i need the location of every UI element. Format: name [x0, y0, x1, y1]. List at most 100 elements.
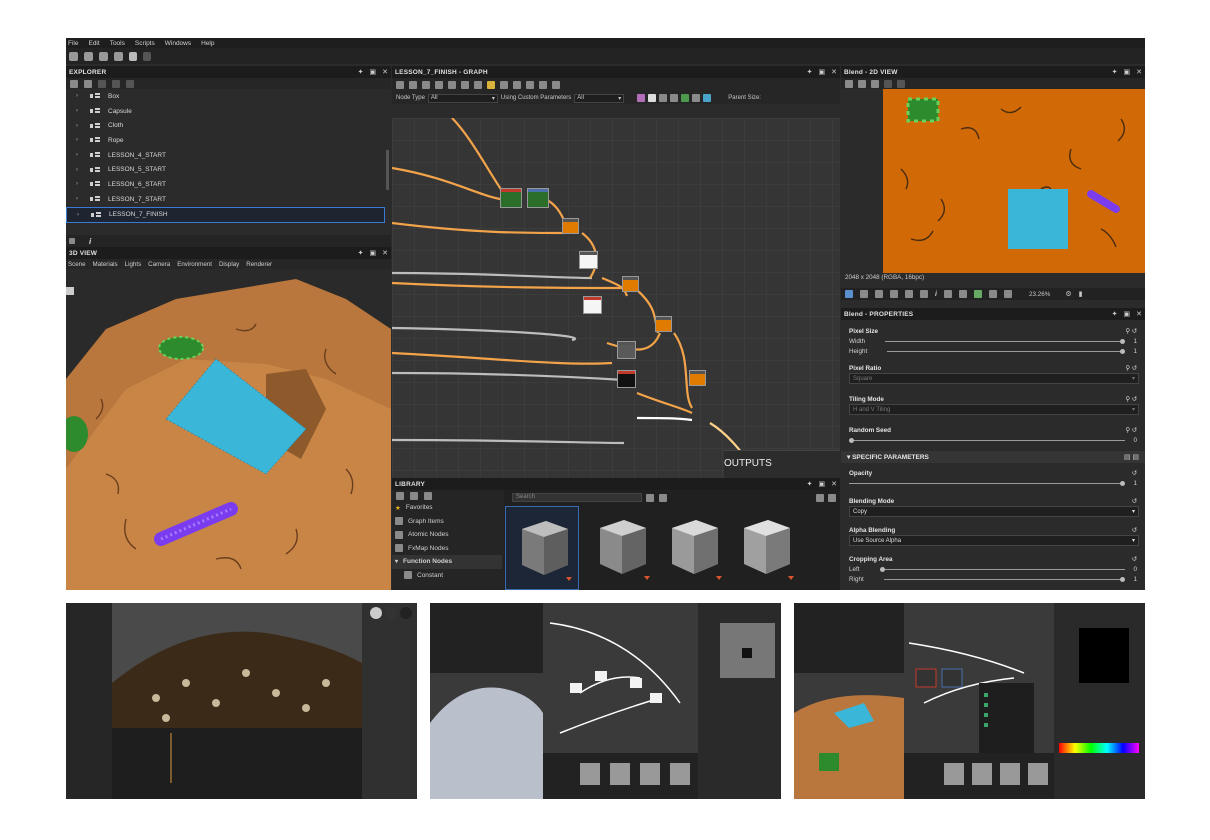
close-icon[interactable]: ✕: [1136, 68, 1142, 76]
right-slider[interactable]: [883, 576, 1126, 582]
checker-icon[interactable]: [860, 290, 868, 298]
lock-icon[interactable]: ▮: [1079, 290, 1083, 298]
save-icon[interactable]: [858, 79, 866, 88]
export-icon[interactable]: [828, 494, 836, 502]
chevron-right-icon[interactable]: ›: [76, 181, 82, 187]
chevron-right-icon[interactable]: ›: [76, 123, 82, 129]
viewport-2d[interactable]: [841, 89, 1145, 273]
menu-help[interactable]: Help: [201, 40, 214, 47]
frame-icon[interactable]: [396, 81, 404, 89]
filter-icon[interactable]: [646, 494, 654, 502]
info-icon[interactable]: i: [935, 291, 937, 298]
random-seed-knob[interactable]: [849, 437, 854, 443]
layers-icon[interactable]: [845, 290, 853, 298]
library-thumb-3[interactable]: [656, 506, 728, 588]
redo-icon[interactable]: [143, 51, 151, 61]
menu-file[interactable]: File: [68, 40, 78, 47]
chevron-right-icon[interactable]: ›: [76, 137, 82, 143]
pin-icon[interactable]: ✦: [358, 249, 364, 257]
random-seed-value[interactable]: 0: [1133, 437, 1137, 444]
tiling-mode-select[interactable]: H and V Tiling ▾: [849, 404, 1139, 415]
menu-tools[interactable]: Tools: [110, 40, 125, 47]
graph-canvas[interactable]: OUTPUTS: [392, 118, 840, 478]
restore-icon[interactable]: ▣: [819, 480, 826, 488]
link-icon[interactable]: ⚲ ↺: [1125, 365, 1137, 372]
pin-icon[interactable]: ✦: [807, 68, 813, 76]
random-seed-slider[interactable]: [849, 437, 1126, 443]
restore-icon[interactable]: ▣: [1124, 68, 1131, 76]
graph-node-4[interactable]: [579, 251, 598, 269]
pin-icon[interactable]: ✦: [1112, 310, 1118, 318]
explorer-item[interactable]: › Box: [66, 89, 391, 104]
pin-icon[interactable]: ✦: [358, 68, 364, 76]
specific-params-header[interactable]: ▾ SPECIFIC PARAMETERS ▤ ▤: [841, 451, 1145, 463]
open-folder-icon[interactable]: [99, 51, 108, 61]
refresh-icon[interactable]: [526, 81, 534, 89]
explorer-item[interactable]: › Capsule: [66, 104, 391, 119]
graph-node-blend[interactable]: [689, 370, 706, 386]
link-icon[interactable]: ↺: [1132, 470, 1137, 477]
width-slider-knob[interactable]: [1120, 338, 1126, 344]
right-value[interactable]: 1: [1133, 576, 1137, 583]
move-icon[interactable]: [409, 81, 417, 89]
export-icon[interactable]: [98, 79, 106, 88]
close-icon[interactable]: ✕: [382, 68, 388, 76]
info-icon[interactable]: [435, 81, 443, 89]
graph-node-6[interactable]: [583, 296, 602, 314]
pixel-ratio-select[interactable]: Square ▾: [849, 373, 1139, 384]
chevron-right-icon[interactable]: ›: [76, 108, 82, 114]
tile-icon[interactable]: [890, 290, 898, 298]
tree-icon[interactable]: [69, 238, 75, 244]
histogram-icon[interactable]: [943, 290, 952, 298]
uv-icon[interactable]: [897, 79, 905, 88]
chevron-right-icon[interactable]: ›: [77, 212, 83, 218]
graph-node-2[interactable]: [527, 188, 549, 208]
link-icon[interactable]: ⚲ ↺: [1125, 427, 1137, 434]
fit-icon[interactable]: [1003, 290, 1012, 298]
restore-icon[interactable]: ▣: [1124, 310, 1131, 318]
node-type-select[interactable]: All ▾: [427, 93, 498, 103]
link-icon[interactable]: ↺: [1132, 556, 1137, 563]
chevron-right-icon[interactable]: ›: [76, 93, 82, 99]
settings-icon[interactable]: ⚙: [1065, 290, 1071, 298]
close-icon[interactable]: ✕: [831, 68, 837, 76]
library-item-graph-items[interactable]: Graph Items: [392, 515, 502, 529]
filter-brush-icon[interactable]: [692, 94, 701, 102]
undo-icon[interactable]: [129, 51, 137, 61]
link-icon[interactable]: [513, 81, 521, 89]
custom-params-select[interactable]: All ▾: [574, 93, 625, 103]
opacity-slider[interactable]: [849, 480, 1126, 486]
left-value[interactable]: 0: [1133, 566, 1137, 573]
opacity-value[interactable]: 1: [1133, 480, 1137, 487]
library-thumb-1[interactable]: [505, 506, 579, 590]
graph-node-9[interactable]: [617, 370, 636, 388]
library-item-function-nodes[interactable]: ▾ Function Nodes: [392, 555, 502, 569]
close-icon[interactable]: ✕: [831, 480, 837, 488]
library-item-fxmap-nodes[interactable]: FxMap Nodes: [392, 542, 502, 556]
menu-environment[interactable]: Environment: [177, 261, 212, 268]
library-item-atomic-nodes[interactable]: Atomic Nodes: [392, 528, 502, 542]
explorer-item[interactable]: › LESSON_6_START: [66, 177, 391, 192]
save-icon[interactable]: [114, 51, 123, 61]
menu-camera[interactable]: Camera: [148, 261, 170, 268]
chevron-right-icon[interactable]: ›: [76, 167, 82, 173]
explorer-scrollbar[interactable]: [386, 150, 389, 190]
preset-icon[interactable]: ▤ ▤: [1124, 453, 1139, 461]
refresh-icon[interactable]: [84, 79, 92, 88]
restore-icon[interactable]: ▣: [819, 68, 826, 76]
menu-scripts[interactable]: Scripts: [135, 40, 155, 47]
search-icon[interactable]: [448, 81, 456, 89]
menu-renderer[interactable]: Renderer: [246, 261, 272, 268]
list-icon[interactable]: [396, 491, 404, 500]
pencil-icon[interactable]: [424, 491, 432, 500]
chevron-right-icon[interactable]: ›: [76, 196, 82, 202]
copy-icon[interactable]: [845, 79, 853, 88]
menu-materials[interactable]: Materials: [93, 261, 118, 268]
align-icon[interactable]: [500, 81, 508, 89]
menu-scene[interactable]: Scene: [68, 261, 86, 268]
import-icon[interactable]: [112, 79, 120, 88]
explorer-item[interactable]: › LESSON_4_START: [66, 148, 391, 163]
link-icon[interactable]: ⚲ ↺: [1125, 396, 1137, 403]
explorer-item[interactable]: › Cloth: [66, 118, 391, 133]
explorer-item[interactable]: › LESSON_5_START: [66, 162, 391, 177]
